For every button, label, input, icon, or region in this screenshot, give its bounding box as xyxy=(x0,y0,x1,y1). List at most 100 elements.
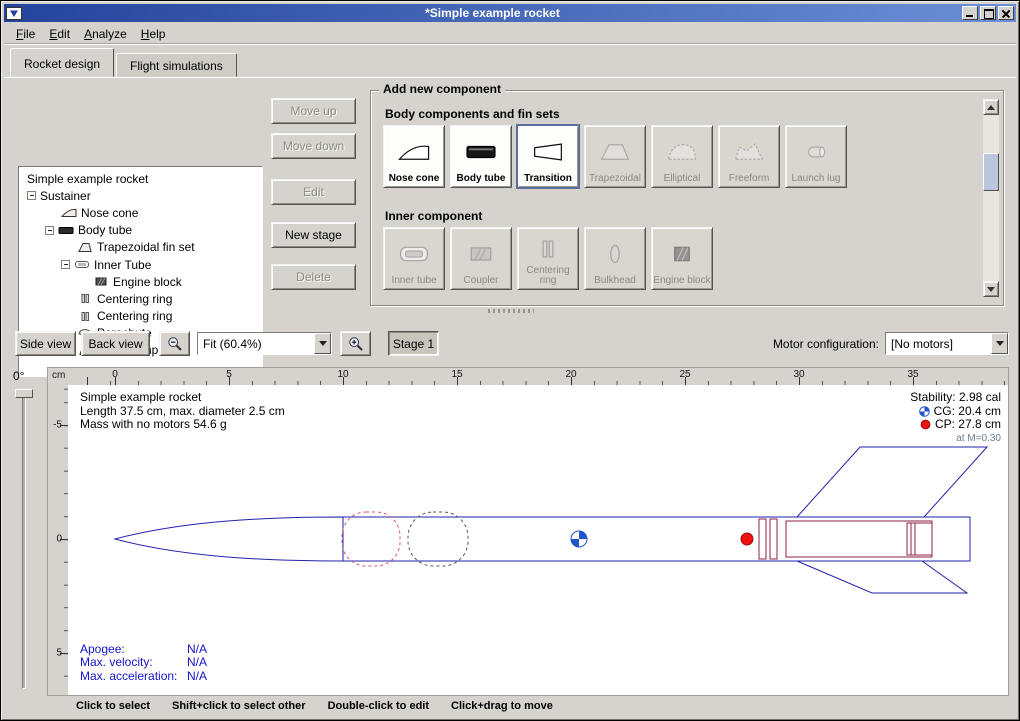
add-launch-lug-button[interactable]: Launch lug xyxy=(785,125,847,188)
add-body-tube-button[interactable]: Body tube xyxy=(450,125,512,188)
horizontal-ruler: 0 5 10 15 20 25 30 35 xyxy=(68,368,1008,385)
add-centering-ring-button[interactable]: Centering ring xyxy=(517,227,579,290)
add-freeform-fin-button[interactable]: Freeform xyxy=(718,125,780,188)
app-window: *Simple example rocket File Edit Analyze… xyxy=(0,0,1020,721)
motor-configuration-select[interactable]: [No motors] xyxy=(885,332,1009,355)
stage-1-toggle[interactable]: Stage 1 xyxy=(388,331,439,356)
freeform-fin-icon xyxy=(732,129,766,174)
menu-help[interactable]: Help xyxy=(134,24,173,44)
splitter-handle[interactable] xyxy=(488,309,534,313)
add-trapezoidal-fin-button[interactable]: Trapezoidal xyxy=(584,125,646,188)
centering-ring-icon xyxy=(531,231,565,266)
tree-item-label: Inner Tube xyxy=(94,258,151,272)
hint-click-drag: Click+drag to move xyxy=(451,700,553,712)
centering-ring-icon xyxy=(77,293,93,304)
tree-item-label: Centering ring xyxy=(97,309,172,323)
tree-item-label: Nose cone xyxy=(81,206,138,220)
h-tick-label: 30 xyxy=(793,369,804,380)
minimize-button[interactable] xyxy=(962,6,978,20)
body-components-section-label: Body components and fin sets xyxy=(385,107,560,121)
trapezoidal-fin-icon xyxy=(598,129,632,174)
stability-info: Stability: 2.98 cal CG: 20.4 cm CP: 27.8… xyxy=(910,391,1001,445)
add-engine-block-button[interactable]: Engine block xyxy=(651,227,713,290)
tree-item-body-tube[interactable]: Body tube xyxy=(23,222,262,239)
rotation-slider-track[interactable] xyxy=(22,393,26,689)
tab-rocket-design[interactable]: Rocket design xyxy=(10,48,114,77)
rocket-canvas: cm 0 5 10 15 20 25 30 35 -5 0 5 xyxy=(47,367,1009,696)
new-stage-button[interactable]: New stage xyxy=(271,222,356,248)
tree-item-label: Trapezoidal fin set xyxy=(97,240,195,254)
inner-component-buttons: Inner tube Coupler Centering ring xyxy=(383,227,713,290)
scroll-down-button[interactable] xyxy=(983,281,999,297)
delete-button[interactable]: Delete xyxy=(271,264,356,290)
component-panel-scrollbar[interactable] xyxy=(983,99,999,297)
status-bar: Click to select Shift+click to select ot… xyxy=(76,698,1009,714)
tree-item-label: Centering ring xyxy=(97,292,172,306)
add-elliptical-fin-button[interactable]: Elliptical xyxy=(651,125,713,188)
add-nose-cone-button[interactable]: Nose cone xyxy=(383,125,445,188)
menubar: File Edit Analyze Help xyxy=(4,23,1016,45)
collapse-icon[interactable] xyxy=(61,260,70,269)
tree-item-sustainer[interactable]: Sustainer xyxy=(23,187,262,204)
collapse-icon[interactable] xyxy=(27,191,36,200)
add-inner-tube-button[interactable]: Inner tube xyxy=(383,227,445,290)
mach-condition: at M=0.30 xyxy=(910,432,1001,446)
tree-item-inner-tube[interactable]: Inner Tube xyxy=(23,256,262,273)
menu-file[interactable]: File xyxy=(9,24,42,44)
menu-analyze[interactable]: Analyze xyxy=(77,24,134,44)
tree-item-label: Sustainer xyxy=(40,189,91,203)
elliptical-fin-icon xyxy=(665,129,699,174)
scrollbar-thumb[interactable] xyxy=(983,153,999,191)
menu-edit[interactable]: Edit xyxy=(42,24,77,44)
tab-flight-simulations[interactable]: Flight simulations xyxy=(116,53,237,77)
maximize-button[interactable] xyxy=(980,6,996,20)
v-tick-label: 5 xyxy=(56,648,62,659)
back-view-button[interactable]: Back view xyxy=(81,331,150,356)
max-velocity-value: N/A xyxy=(187,656,207,670)
rocket-dimensions: Length 37.5 cm, max. diameter 2.5 cm xyxy=(80,405,285,419)
move-down-button[interactable]: Move down xyxy=(271,133,356,159)
motor-configuration-label: Motor configuration: xyxy=(701,337,879,351)
nose-cone-icon xyxy=(61,207,77,218)
window-icon[interactable] xyxy=(6,7,22,20)
add-transition-button[interactable]: Transition xyxy=(517,125,579,188)
move-up-button[interactable]: Move up xyxy=(271,98,356,124)
titlebar[interactable]: *Simple example rocket xyxy=(4,4,1016,22)
add-component-title: Add new component xyxy=(379,82,505,96)
tree-item-engine-block[interactable]: Engine block xyxy=(23,273,262,290)
max-acceleration-value: N/A xyxy=(187,670,207,684)
tab-strip: Rocket design Flight simulations xyxy=(10,48,239,77)
tree-item-rocket[interactable]: Simple example rocket xyxy=(23,170,262,187)
rocket-drawing-area[interactable]: Simple example rocket Length 37.5 cm, ma… xyxy=(68,385,1008,695)
rocket-info: Simple example rocket Length 37.5 cm, ma… xyxy=(80,391,285,432)
motor-configuration-value: [No motors] xyxy=(886,337,991,351)
body-tube-icon xyxy=(58,225,74,236)
edit-button[interactable]: Edit xyxy=(271,179,356,205)
tree-item-centering-ring-1[interactable]: Centering ring xyxy=(23,290,262,307)
tree-item-centering-ring-2[interactable]: Centering ring xyxy=(23,308,262,325)
hint-click-select: Click to select xyxy=(76,700,150,712)
zoom-value: Fit (60.4%) xyxy=(198,337,314,351)
side-view-button[interactable]: Side view xyxy=(15,331,76,356)
zoom-in-button[interactable] xyxy=(340,331,371,356)
max-acceleration-label: Max. acceleration: xyxy=(80,670,187,684)
cp-value: CP: 27.8 cm xyxy=(935,418,1001,432)
zoom-select[interactable]: Fit (60.4%) xyxy=(197,332,332,355)
add-coupler-button[interactable]: Coupler xyxy=(450,227,512,290)
dropdown-button[interactable] xyxy=(991,333,1008,354)
cp-icon xyxy=(920,419,931,430)
rotation-slider-thumb[interactable] xyxy=(15,389,33,398)
scroll-up-button[interactable] xyxy=(983,99,999,115)
dropdown-button[interactable] xyxy=(314,333,331,354)
zoom-out-button[interactable] xyxy=(159,331,190,356)
tree-item-nose-cone[interactable]: Nose cone xyxy=(23,204,262,221)
tree-item-fin-set[interactable]: Trapezoidal fin set xyxy=(23,239,262,256)
coupler-icon xyxy=(464,231,498,276)
zoom-out-icon xyxy=(167,336,183,352)
close-button[interactable] xyxy=(998,6,1014,20)
add-bulkhead-button[interactable]: Bulkhead xyxy=(584,227,646,290)
chevron-down-icon xyxy=(996,341,1004,346)
collapse-icon[interactable] xyxy=(45,226,54,235)
engine-block-icon xyxy=(93,276,109,287)
arrow-up-icon xyxy=(987,105,995,110)
